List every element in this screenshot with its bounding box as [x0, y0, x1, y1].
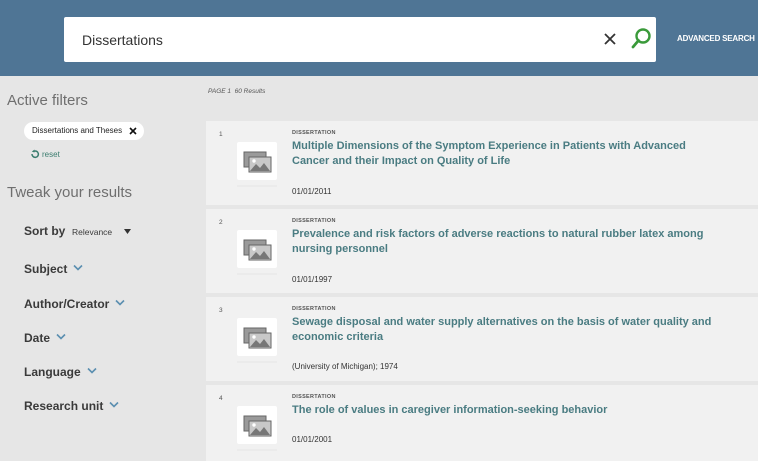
chevron-down-icon: [87, 367, 97, 374]
facet-label: Subject: [24, 262, 68, 276]
reset-label: reset: [42, 150, 60, 159]
advanced-search-link[interactable]: ADVANCED SEARCH: [677, 34, 755, 43]
result-number: 1: [219, 131, 223, 138]
clear-search-button[interactable]: [602, 30, 618, 48]
result-number: 4: [219, 395, 223, 402]
result-number: 3: [219, 307, 223, 314]
thumbnail-divider: [237, 273, 277, 275]
sort-value: Relevance: [72, 227, 113, 237]
sort-label: Sort by: [24, 224, 66, 238]
result-title-link[interactable]: Sewage disposal and water supply alterna…: [292, 315, 712, 345]
result-number: 2: [219, 219, 223, 226]
close-icon: [604, 33, 616, 45]
result-type: DISSERTATION: [292, 394, 336, 400]
result-date: 01/01/1997: [292, 275, 333, 284]
facet-label: Date: [24, 331, 51, 345]
result-title-link[interactable]: Prevalence and risk factors of adverse r…: [292, 227, 712, 257]
search-box: [64, 17, 656, 62]
thumbnail-image-icon[interactable]: [237, 318, 277, 356]
result-title-link[interactable]: Multiple Dimensions of the Symptom Exper…: [292, 139, 712, 169]
facet-label: Research unit: [24, 399, 104, 413]
thumbnail-divider: [237, 361, 277, 363]
result-count: 60 Results: [234, 88, 266, 95]
caret-down-icon: [124, 229, 132, 234]
search-icon: [631, 28, 651, 49]
result-date: 01/01/2001: [292, 435, 333, 444]
result-item[interactable]: 1 DISSERTATION Multiple Dimensions of th…: [206, 121, 758, 207]
chevron-down-icon: [56, 333, 66, 340]
reset-icon: [31, 149, 40, 159]
active-filters-title: Active filters: [7, 92, 88, 109]
result-title-link[interactable]: The role of values in caregiver informat…: [292, 403, 712, 418]
page-number: PAGE 1: [208, 88, 232, 95]
facet-author-creator[interactable]: Author/Creator: [24, 297, 125, 311]
facet-label: Language: [24, 365, 81, 379]
active-filter-chip[interactable]: Dissertations and Theses: [24, 122, 145, 140]
result-type: DISSERTATION: [292, 306, 336, 312]
result-item[interactable]: 4 DISSERTATION The role of values in car…: [206, 385, 758, 461]
thumbnail-divider: [237, 185, 277, 187]
sort-select[interactable]: Relevance: [72, 224, 132, 237]
result-type: DISSERTATION: [292, 130, 336, 136]
thumbnail-image-icon[interactable]: [237, 406, 277, 444]
result-source: (University of Michigan); 1974: [292, 362, 398, 371]
facet-subject[interactable]: Subject: [24, 262, 83, 276]
thumbnail-divider: [237, 449, 277, 451]
filters-sidebar: Active filters Dissertations and Theses …: [0, 76, 196, 461]
active-filter-label: Dissertations and Theses: [32, 126, 123, 135]
result-type: DISSERTATION: [292, 218, 336, 224]
facet-date[interactable]: Date: [24, 331, 66, 345]
remove-filter-icon[interactable]: [129, 127, 137, 135]
result-date: 01/01/2011: [292, 187, 332, 196]
facet-research-unit[interactable]: Research unit: [24, 399, 119, 413]
results-page-info: PAGE 1 60 Results: [208, 88, 265, 95]
top-search-bar: ADVANCED SEARCH: [0, 0, 758, 76]
search-input[interactable]: [82, 29, 582, 51]
facet-language[interactable]: Language: [24, 365, 97, 379]
result-item[interactable]: 2 DISSERTATION Prevalence and risk facto…: [206, 209, 758, 295]
reset-filters-button[interactable]: reset: [30, 149, 60, 159]
chevron-down-icon: [109, 401, 119, 408]
tweak-results-title: Tweak your results: [7, 184, 133, 201]
search-button[interactable]: [630, 26, 652, 52]
chevron-down-icon: [73, 264, 83, 271]
chevron-down-icon: [115, 299, 125, 306]
facet-label: Author/Creator: [24, 297, 110, 311]
thumbnail-image-icon[interactable]: [237, 142, 277, 180]
thumbnail-image-icon[interactable]: [237, 230, 277, 268]
result-item[interactable]: 3 DISSERTATION Sewage disposal and water…: [206, 297, 758, 383]
